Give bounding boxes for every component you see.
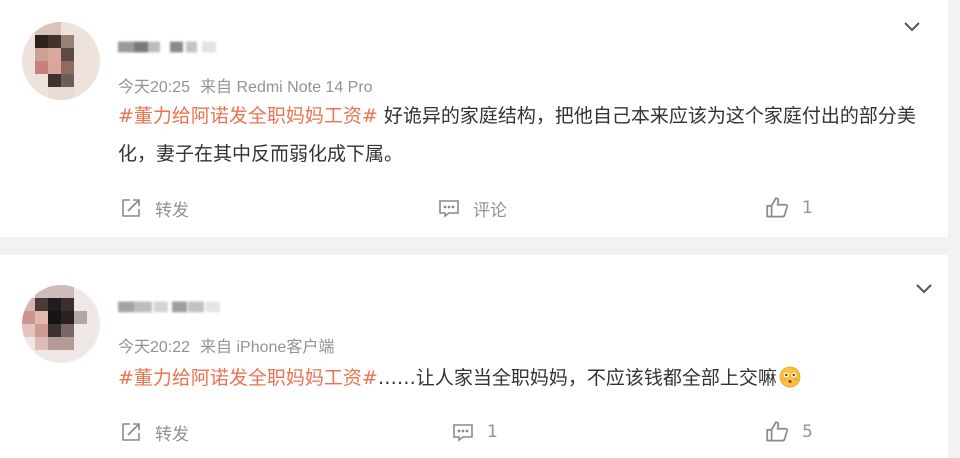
source-device: 来自 Redmi Note 14 Pro [200,79,373,96]
comment-card: 今天20:25 来自 Redmi Note 14 Pro #董力给阿诺发全职妈妈工… [0,0,948,237]
repost-button[interactable]: 转发 [119,417,189,447]
like-count: 1 [802,198,813,218]
chevron-down-icon[interactable] [914,282,934,296]
repost-icon [122,423,140,441]
avatar[interactable] [22,285,100,363]
timestamp: 今天20:25 [118,79,191,96]
action-bar: 转发 评论 1 [0,193,948,223]
timestamp: 今天20:22 [118,339,191,356]
comment-icon [439,200,459,218]
repost-icon [122,199,140,217]
comment-text: #董力给阿诺发全职妈妈工资# 好诡异的家庭结构，把他自己本来应该为这个家庭付出的… [118,97,928,173]
comment-button[interactable]: 评论 [437,193,507,223]
like-button[interactable]: 1 [764,193,813,223]
comment-meta: 今天20:25 来自 Redmi Note 14 Pro [118,73,373,97]
avatar[interactable] [22,22,100,100]
comment-text: #董力给阿诺发全职妈妈工资#……让人家当全职妈妈，不应该钱都全部上交嘛 [118,359,928,397]
action-bar: 转发 1 5 [0,417,948,447]
comment-count: 1 [487,422,498,442]
repost-label: 转发 [155,200,189,221]
thumbs-up-icon [766,421,789,442]
flushed-face-icon [779,366,801,388]
comment-label: 评论 [473,200,507,221]
chevron-down-icon[interactable] [902,20,922,34]
source-device: 来自 iPhone客户端 [200,339,335,356]
like-count: 5 [802,422,813,442]
username-redacted[interactable] [118,297,228,315]
comment-card: 今天20:22 来自 iPhone客户端 #董力给阿诺发全职妈妈工资#……让人家当… [0,255,948,458]
comment-button[interactable]: 1 [451,417,498,447]
thumbs-up-icon [766,197,789,218]
hashtag-link[interactable]: #董力给阿诺发全职妈妈工资# [118,105,378,127]
comment-icon [453,424,473,442]
username-redacted[interactable] [118,38,228,56]
repost-label: 转发 [155,424,189,445]
repost-button[interactable]: 转发 [119,193,189,223]
comment-body: ……让人家当全职妈妈，不应该钱都全部上交嘛 [377,367,777,389]
like-button[interactable]: 5 [764,417,813,447]
comment-meta: 今天20:22 来自 iPhone客户端 [118,333,334,357]
hashtag-link[interactable]: #董力给阿诺发全职妈妈工资# [118,367,378,389]
